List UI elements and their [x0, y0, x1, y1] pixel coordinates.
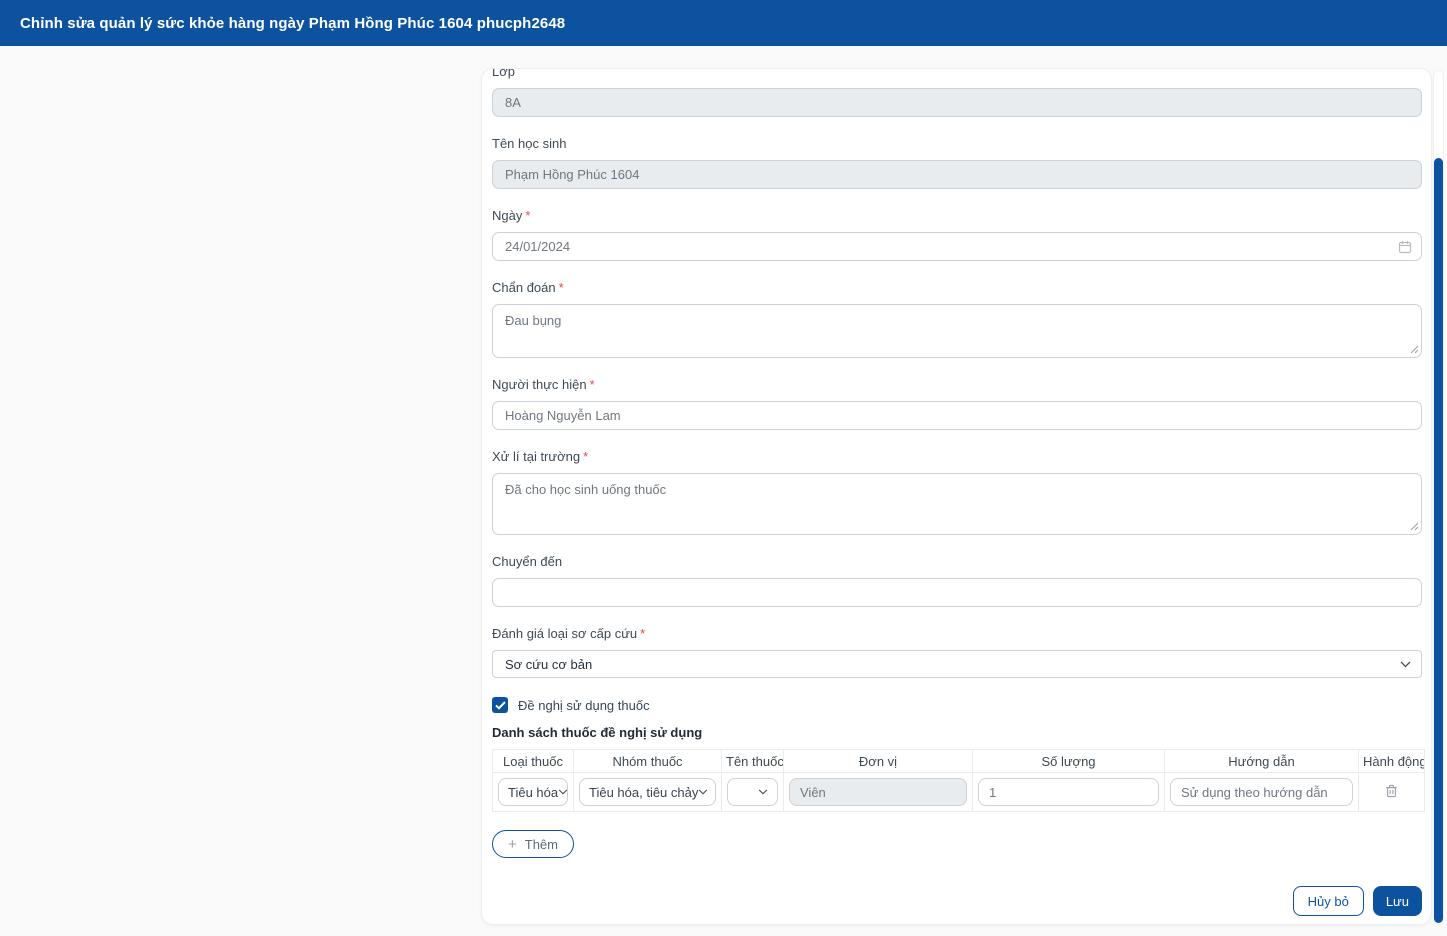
- field-performer: Người thực hiện*: [492, 378, 1422, 430]
- school-treatment-label: Xử lí tại trường*: [492, 450, 1422, 464]
- suggest-medicine-row: Đề nghị sử dụng thuốc: [492, 697, 1422, 713]
- col-header-actions: Hành động: [1359, 750, 1425, 773]
- medicine-name-select[interactable]: [727, 778, 778, 806]
- diagnosis-label: Chẩn đoán*: [492, 281, 1422, 295]
- field-first-aid-type: Đánh giá loại sơ cấp cứu* Sơ cứu cơ bản: [492, 627, 1422, 678]
- col-header-instructions: Hướng dẫn: [1165, 750, 1359, 773]
- required-mark: *: [525, 208, 530, 223]
- first-aid-type-select-value: Sơ cứu cơ bản: [505, 657, 592, 672]
- add-medicine-button-label: Thêm: [525, 837, 558, 852]
- chevron-down-icon: [558, 789, 568, 795]
- chevron-down-icon: [758, 789, 768, 795]
- add-medicine-button[interactable]: + Thêm: [492, 830, 574, 858]
- calendar-icon[interactable]: [1398, 240, 1412, 254]
- col-header-medicine-group: Nhóm thuốc: [574, 750, 722, 773]
- medicine-type-select-value: Tiêu hóa: [508, 785, 558, 800]
- performer-label: Người thực hiện*: [492, 378, 1422, 392]
- chevron-down-icon: [698, 789, 708, 795]
- required-mark: *: [559, 280, 564, 295]
- col-header-medicine-type: Loại thuốc: [493, 750, 574, 773]
- required-mark: *: [640, 626, 645, 641]
- field-school-treatment: Xử lí tại trường* Đã cho học sinh uống t…: [492, 450, 1422, 535]
- medicine-table: Loại thuốc Nhóm thuốc Tên thuốc Đơn vị S…: [492, 749, 1425, 812]
- performer-input[interactable]: [492, 401, 1422, 430]
- cancel-button[interactable]: Hủy bỏ: [1293, 886, 1364, 916]
- date-input[interactable]: [492, 232, 1422, 261]
- trash-icon: [1385, 786, 1398, 801]
- field-diagnosis: Chẩn đoán* Đau bụng: [492, 281, 1422, 358]
- field-transfer-to: Chuyển đến: [492, 555, 1422, 607]
- col-header-unit: Đơn vị: [784, 750, 973, 773]
- medicine-type-select[interactable]: Tiêu hóa: [498, 778, 568, 806]
- transfer-to-input[interactable]: [492, 578, 1422, 607]
- date-label: Ngày*: [492, 209, 1422, 223]
- class-input: [492, 88, 1422, 117]
- first-aid-type-label: Đánh giá loại sơ cấp cứu*: [492, 627, 1422, 641]
- save-button[interactable]: Lưu: [1373, 886, 1422, 916]
- plus-icon: +: [508, 837, 517, 852]
- suggest-medicine-checkbox[interactable]: [492, 697, 508, 713]
- field-student-name: Tên học sinh: [492, 137, 1422, 189]
- required-mark: *: [583, 449, 588, 464]
- scrollbar[interactable]: [1433, 70, 1444, 925]
- required-mark: *: [590, 377, 595, 392]
- scrollbar-thumb[interactable]: [1434, 158, 1443, 923]
- medicine-group-select[interactable]: Tiêu hóa, tiêu chảy: [579, 778, 716, 806]
- instructions-input[interactable]: [1170, 778, 1353, 806]
- page-title: Chỉnh sửa quản lý sức khỏe hàng ngày Phạ…: [20, 15, 565, 32]
- page-title-bar: Chỉnh sửa quản lý sức khỏe hàng ngày Phạ…: [0, 0, 1447, 46]
- unit-input: [789, 778, 967, 806]
- chevron-down-icon: [1400, 661, 1411, 668]
- medicine-list-title: Danh sách thuốc đề nghị sử dụng: [492, 725, 1422, 740]
- quantity-input[interactable]: [978, 778, 1159, 806]
- first-aid-type-select[interactable]: Sơ cứu cơ bản: [492, 650, 1422, 678]
- diagnosis-textarea[interactable]: Đau bụng: [492, 304, 1422, 358]
- field-class: Lớp: [492, 68, 1422, 117]
- school-treatment-textarea[interactable]: Đã cho học sinh uống thuốc: [492, 473, 1422, 535]
- medicine-table-row: Tiêu hóa Tiêu hóa, tiêu chảy: [493, 773, 1425, 812]
- student-name-input: [492, 160, 1422, 189]
- transfer-to-label: Chuyển đến: [492, 555, 1422, 569]
- col-header-quantity: Số lượng: [973, 750, 1165, 773]
- student-name-label: Tên học sinh: [492, 137, 1422, 151]
- suggest-medicine-label[interactable]: Đề nghị sử dụng thuốc: [518, 698, 650, 713]
- col-header-medicine-name: Tên thuốc: [722, 750, 784, 773]
- medicine-table-header-row: Loại thuốc Nhóm thuốc Tên thuốc Đơn vị S…: [493, 750, 1425, 773]
- medicine-group-select-value: Tiêu hóa, tiêu chảy: [589, 785, 698, 800]
- form-actions: Hủy bỏ Lưu: [492, 886, 1422, 916]
- delete-row-button[interactable]: [1383, 782, 1400, 800]
- form-card: Lớp Tên học sinh Ngày* Chẩn đoán* Đau bụ…: [481, 68, 1432, 925]
- field-date: Ngày*: [492, 209, 1422, 261]
- class-label: Lớp: [492, 68, 1422, 79]
